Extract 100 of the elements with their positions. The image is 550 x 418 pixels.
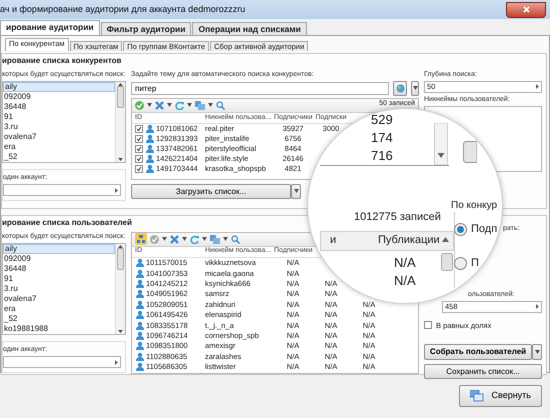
search-icon[interactable] [231,234,240,244]
user-icon [145,154,154,164]
list-item[interactable]: era [3,142,115,152]
list-item[interactable]: ko19881988 [3,324,115,334]
radio-label: П [471,257,479,270]
caret-icon[interactable] [208,103,213,108]
close-icon[interactable] [155,100,164,110]
checkbox[interactable] [135,134,143,143]
group-title: По конкур [450,200,498,212]
radio-button[interactable] [454,223,467,236]
globe-search-icon [396,84,404,93]
table-cell: N/A [394,273,416,289]
arrow-right-icon [115,360,118,365]
user-icon [135,310,144,320]
topic-input[interactable]: питер [131,82,389,95]
list-item[interactable]: _52 [3,152,115,162]
arrow-right-icon [115,188,118,193]
tab[interactable]: Операции над списками [192,22,307,35]
list-item[interactable]: aily [3,244,115,254]
caret-icon[interactable] [162,237,167,242]
check-circle-icon[interactable] [150,234,159,244]
user-icon [135,258,144,268]
user-icon [135,320,144,330]
radio-label: Подп [471,223,498,236]
checkbox[interactable] [135,124,143,133]
list-item[interactable]: 91 [3,112,115,122]
user-icon [135,300,144,309]
close-icon [522,6,530,13]
list-item[interactable]: 092009 [3,254,115,264]
section-title: ирование списка пользователей [2,217,132,229]
user-icon [145,124,154,134]
dropdown-button[interactable] [291,184,301,199]
caret-icon[interactable] [167,103,172,108]
user-icon [135,352,144,361]
checkbox[interactable] [424,321,432,330]
caret-icon [412,86,418,90]
scrollbar-thumb[interactable] [117,248,124,270]
dropdown-button[interactable] [532,344,542,360]
user-icon [145,134,154,144]
tab[interactable]: Фильтр аудитории [100,22,192,35]
list-item[interactable]: _52 [3,314,115,324]
section-title: ирование списка конкурентов [2,55,122,67]
table-cell: 174 [371,130,393,146]
caret-icon[interactable] [147,103,152,108]
checkbox[interactable] [135,144,143,153]
copy-icon[interactable] [210,234,220,244]
table-cell: 529 [371,112,393,128]
button-shape [463,141,477,163]
user-icon [135,268,144,278]
column-header[interactable]: и [330,234,336,248]
list-item[interactable]: 3.ru [3,284,115,294]
scrollbar[interactable] [434,123,448,165]
search-button[interactable] [393,80,407,96]
collect-users-button[interactable]: Собрать пользователей [424,344,532,360]
load-list-button[interactable]: Загрузить список... [131,184,291,199]
hierarchy-icon[interactable] [135,233,147,246]
list-item[interactable]: ovalena7 [3,132,115,142]
close-icon[interactable] [170,234,179,244]
caret-icon[interactable] [187,103,192,108]
user-icon [135,331,144,340]
minimize-button[interactable]: Свернуть [458,384,542,406]
scrollbar-thumb[interactable] [117,86,124,108]
save-list-button[interactable]: Сохранить список... [424,364,542,379]
search-icon[interactable] [216,100,225,110]
list-item[interactable]: 36448 [3,264,115,274]
window-title: ач и формирование аудитории для аккаунта dedmorozzzru [0,4,246,15]
user-icon [135,362,144,372]
scrollbar-thumb[interactable] [441,253,453,271]
scroll-up-icon[interactable] [442,237,449,242]
list-item[interactable]: ovalena7 [3,294,115,304]
check-circle-icon[interactable] [135,100,144,110]
caret-icon[interactable] [223,237,228,242]
radio-button[interactable] [454,257,467,270]
copy-icon[interactable] [195,100,205,110]
list-item[interactable]: era [3,304,115,314]
windows-icon [470,390,484,402]
user-icon [135,341,144,350]
user-icon [135,279,144,288]
list-item[interactable]: 092009 [3,92,115,102]
list-item[interactable]: aily [3,82,115,92]
list-item[interactable]: 91 [3,274,115,284]
list-item[interactable]: 36448 [3,102,115,112]
column-header[interactable]: Публикации [378,234,440,248]
user-icon [145,144,154,154]
arrow-right-icon [536,304,539,310]
close-button[interactable] [506,2,546,18]
arrow-right-icon [536,84,539,90]
checkbox[interactable] [135,154,143,163]
caret-icon[interactable] [182,237,187,242]
dropdown-button[interactable] [411,80,419,96]
caret-icon[interactable] [202,237,207,242]
caret-icon [534,350,540,354]
checkbox[interactable] [135,164,143,173]
user-icon [145,164,154,174]
table-cell: N/A [394,255,416,271]
list-item[interactable]: 3.ru [3,122,115,132]
scroll-down-icon[interactable] [118,330,123,333]
tab[interactable]: ирование аудитории [0,20,100,35]
record-count: 1012775 записей [354,211,441,224]
scroll-down-icon[interactable] [118,158,123,161]
